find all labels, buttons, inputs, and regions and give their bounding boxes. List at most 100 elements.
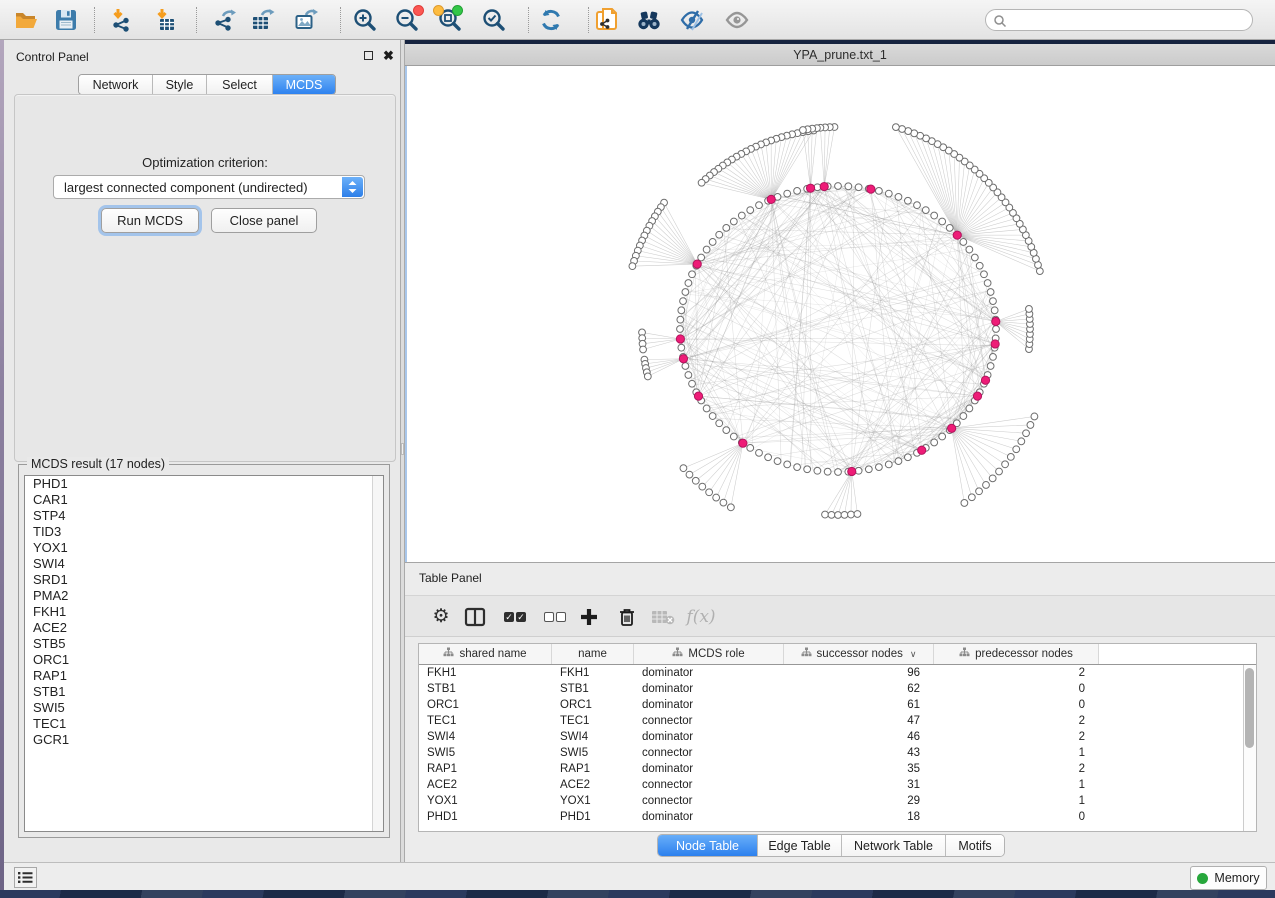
settings-icon[interactable]: ⚙ bbox=[429, 605, 453, 629]
table-row[interactable]: STB1STB1dominator620 bbox=[419, 681, 1256, 697]
search-input[interactable] bbox=[1010, 11, 1246, 29]
attribute-type-icon bbox=[801, 647, 812, 661]
mcds-result-item[interactable]: PHD1 bbox=[25, 476, 383, 492]
column-header-predecessor-nodes[interactable]: predecessor nodes bbox=[934, 644, 1099, 664]
toolbar-separator bbox=[588, 7, 589, 33]
toolbar-separator bbox=[196, 7, 197, 33]
memory-button[interactable]: Memory bbox=[1190, 866, 1267, 890]
run-mcds-button[interactable]: Run MCDS bbox=[101, 208, 199, 233]
close-traffic-light[interactable] bbox=[413, 5, 424, 16]
zoom-in-icon[interactable] bbox=[352, 7, 378, 33]
delete-row-icon[interactable] bbox=[615, 605, 639, 629]
mcds-result-item[interactable]: FKH1 bbox=[25, 604, 383, 620]
deselect-all-icon[interactable] bbox=[543, 605, 567, 629]
table-row[interactable]: TEC1TEC1connector472 bbox=[419, 713, 1256, 729]
mcds-result-list[interactable]: PHD1CAR1STP4TID3YOX1SWI4SRD1PMA2FKH1ACE2… bbox=[24, 475, 384, 832]
table-row[interactable]: ORC1ORC1dominator610 bbox=[419, 697, 1256, 713]
mcds-result-item[interactable]: RAP1 bbox=[25, 668, 383, 684]
mcds-result-item[interactable]: GCR1 bbox=[25, 732, 383, 748]
tab-style[interactable]: Style bbox=[153, 75, 207, 94]
open-session-icon[interactable] bbox=[14, 7, 40, 33]
mcds-result-item[interactable]: STB5 bbox=[25, 636, 383, 652]
mcds-result-item[interactable]: ACE2 bbox=[25, 620, 383, 636]
tab-motifs[interactable]: Motifs bbox=[946, 835, 1004, 856]
mcds-result-item[interactable]: TEC1 bbox=[25, 716, 383, 732]
tab-network[interactable]: Network bbox=[79, 75, 153, 94]
export-image-icon[interactable] bbox=[293, 7, 319, 33]
splitter-handle[interactable] bbox=[401, 443, 404, 455]
table-scrollbar[interactable] bbox=[1243, 665, 1256, 831]
save-session-icon[interactable] bbox=[53, 7, 79, 33]
zoom-selected-icon[interactable] bbox=[481, 7, 507, 33]
table-row[interactable]: SWI5SWI5connector431 bbox=[419, 745, 1256, 761]
mcds-result-item[interactable]: TID3 bbox=[25, 524, 383, 540]
table-panel-tabs: Node TableEdge TableNetwork TableMotifs bbox=[657, 834, 1005, 857]
show-all-icon[interactable] bbox=[724, 7, 750, 33]
import-table-icon[interactable] bbox=[153, 7, 179, 33]
tab-edge-table[interactable]: Edge Table bbox=[758, 835, 842, 856]
list-scrollbar[interactable] bbox=[372, 476, 383, 831]
column-header-shared-name[interactable]: shared name bbox=[419, 644, 552, 664]
table-cell: 0 bbox=[934, 681, 1099, 697]
column-label: MCDS role bbox=[688, 648, 744, 660]
mcds-result-item[interactable]: SWI4 bbox=[25, 556, 383, 572]
table-row[interactable]: SWI4SWI4dominator462 bbox=[419, 729, 1256, 745]
mcds-result-item[interactable]: SRD1 bbox=[25, 572, 383, 588]
tab-select[interactable]: Select bbox=[207, 75, 273, 94]
criterion-select[interactable]: largest connected component (undirected) bbox=[53, 175, 365, 199]
tab-mcds[interactable]: MCDS bbox=[273, 75, 335, 94]
table-row[interactable]: FKH1FKH1dominator962 bbox=[419, 665, 1256, 681]
mcds-result-item[interactable]: YOX1 bbox=[25, 540, 383, 556]
table-cell: TEC1 bbox=[419, 713, 552, 729]
export-table-icon[interactable] bbox=[250, 7, 276, 33]
table-row[interactable]: ACE2ACE2connector311 bbox=[419, 777, 1256, 793]
mcds-result-item[interactable]: STB1 bbox=[25, 684, 383, 700]
table-row[interactable]: PHD1PHD1dominator180 bbox=[419, 809, 1256, 825]
table-cell: connector bbox=[634, 777, 784, 793]
network-window-title: YPA_prune.txt_1 bbox=[405, 48, 1275, 62]
add-row-icon[interactable] bbox=[577, 605, 601, 629]
table-cell: PHD1 bbox=[419, 809, 552, 825]
attribute-type-icon bbox=[959, 647, 970, 661]
table-cell: 2 bbox=[934, 665, 1099, 681]
hide-selected-icon[interactable] bbox=[679, 7, 705, 33]
network-canvas[interactable] bbox=[405, 66, 1275, 562]
table-cell: 47 bbox=[784, 713, 934, 729]
table-cell: 0 bbox=[934, 697, 1099, 713]
network-window-titlebar[interactable]: YPA_prune.txt_1 bbox=[405, 44, 1275, 66]
minimize-traffic-light[interactable] bbox=[433, 5, 444, 16]
toolbar-separator bbox=[528, 7, 529, 33]
table-cell: 1 bbox=[934, 777, 1099, 793]
table-cell: 31 bbox=[784, 777, 934, 793]
export-network-icon[interactable] bbox=[212, 7, 238, 33]
table-row[interactable]: RAP1RAP1dominator352 bbox=[419, 761, 1256, 777]
close-panel-button[interactable]: Close panel bbox=[211, 208, 317, 233]
column-header-successor-nodes[interactable]: successor nodes ∨ bbox=[784, 644, 934, 664]
search-network-icon[interactable] bbox=[636, 7, 662, 33]
column-header-name[interactable]: name bbox=[552, 644, 634, 664]
table-row[interactable]: YOX1YOX1connector291 bbox=[419, 793, 1256, 809]
column-label: shared name bbox=[459, 648, 526, 660]
column-header-MCDS-role[interactable]: MCDS role bbox=[634, 644, 784, 664]
tab-node-table[interactable]: Node Table bbox=[658, 835, 758, 856]
import-network-icon[interactable] bbox=[109, 7, 135, 33]
refresh-icon[interactable] bbox=[538, 7, 564, 33]
mcds-result-item[interactable]: CAR1 bbox=[25, 492, 383, 508]
maximize-traffic-light[interactable] bbox=[452, 5, 463, 16]
mcds-result-item[interactable]: SWI5 bbox=[25, 700, 383, 716]
mcds-result-item[interactable]: STP4 bbox=[25, 508, 383, 524]
float-window-icon[interactable] bbox=[364, 51, 373, 60]
column-label: successor nodes bbox=[817, 648, 903, 660]
table-cell: TEC1 bbox=[552, 713, 634, 729]
tab-network-table[interactable]: Network Table bbox=[842, 835, 946, 856]
copy-network-icon[interactable] bbox=[594, 7, 620, 33]
sort-chevron-icon: ∨ bbox=[910, 649, 917, 660]
mcds-result-item[interactable]: ORC1 bbox=[25, 652, 383, 668]
task-history-button[interactable] bbox=[14, 867, 37, 888]
mcds-result-item[interactable]: PMA2 bbox=[25, 588, 383, 604]
memory-status-icon bbox=[1197, 873, 1208, 884]
select-all-icon[interactable]: ✓✓ bbox=[503, 605, 527, 629]
close-icon[interactable]: ✖ bbox=[383, 51, 394, 61]
toggle-columns-icon[interactable] bbox=[463, 605, 487, 629]
scrollbar-thumb[interactable] bbox=[1245, 668, 1254, 748]
